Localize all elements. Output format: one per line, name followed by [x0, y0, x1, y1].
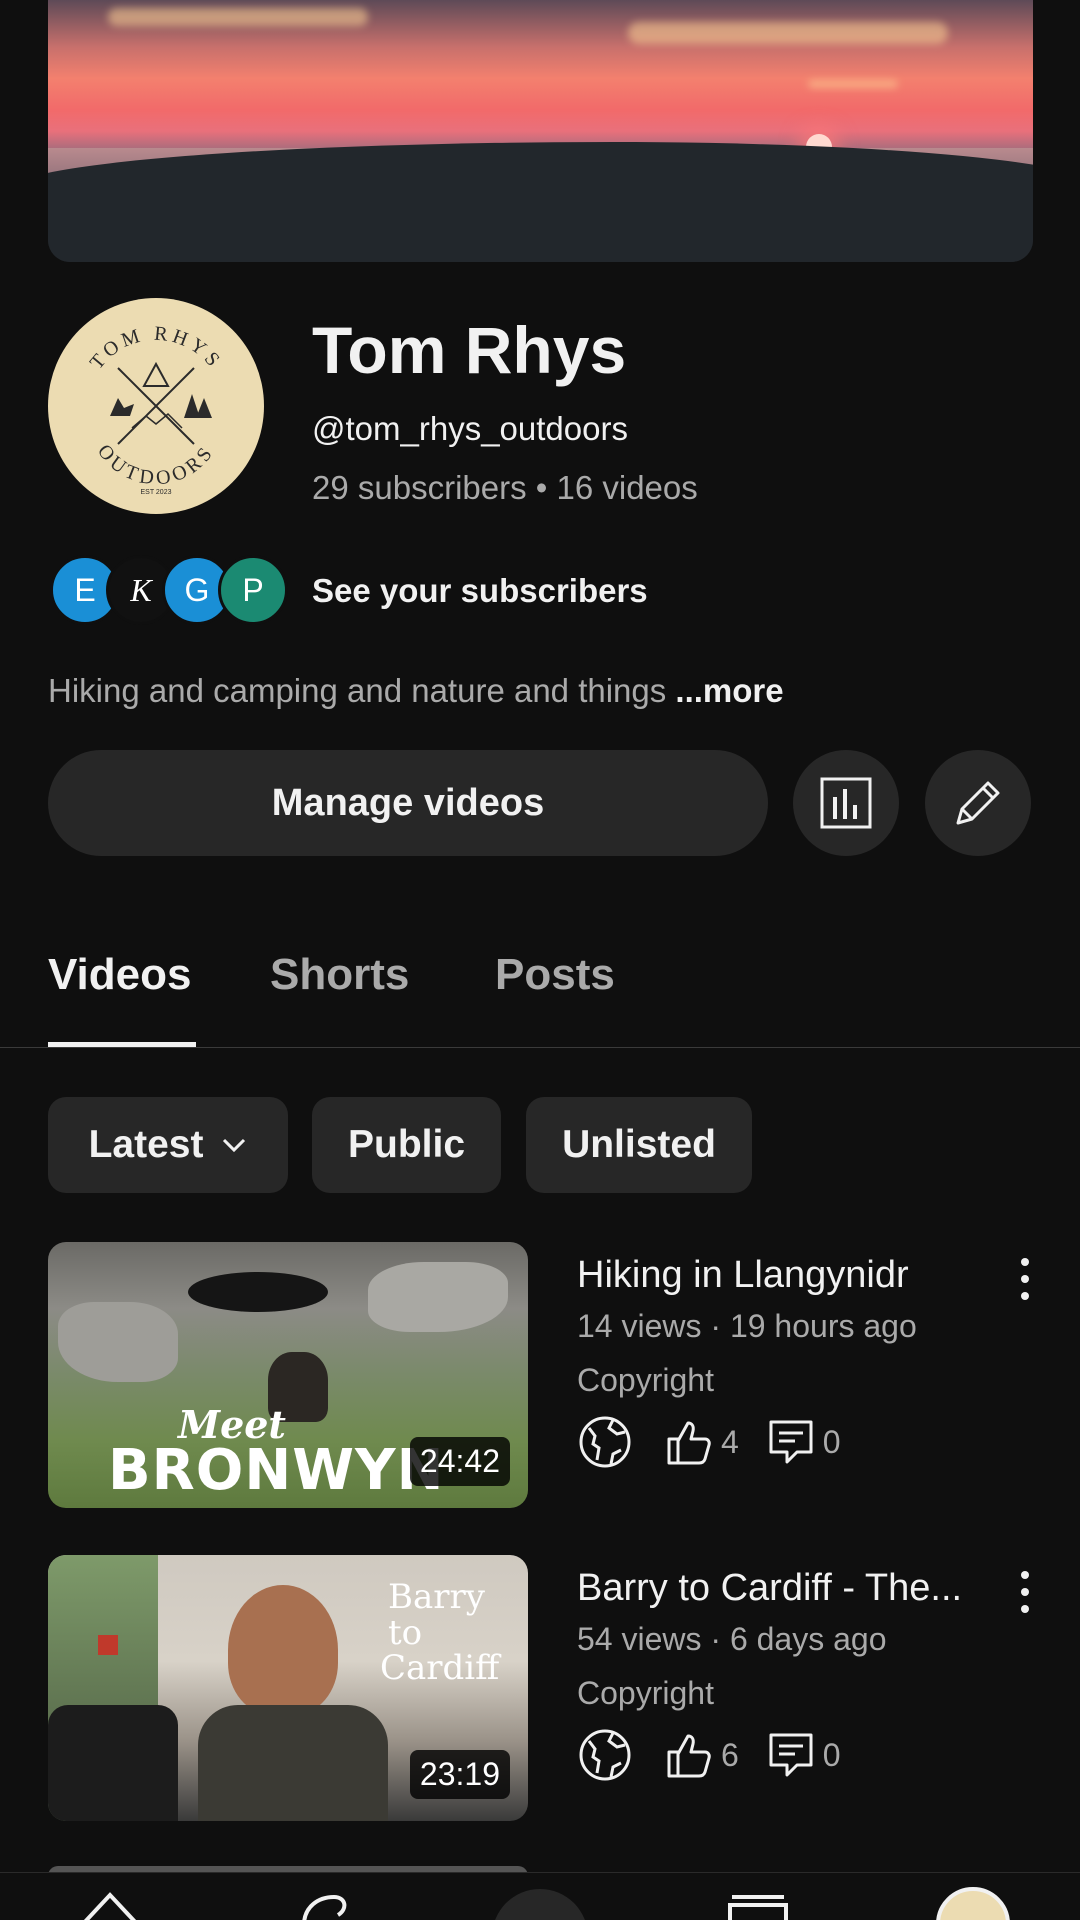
logo-est: EST 2023 — [140, 489, 171, 496]
thumbs-up-icon — [667, 1421, 711, 1465]
channel-avatar[interactable]: TOM RHYS OUTDOORS EST 2023 — [48, 298, 264, 514]
video-item[interactable]: Barry to Cardiff 23:19 Barry to Cardiff … — [48, 1555, 1048, 1821]
chevron-down-icon — [223, 1138, 246, 1153]
home-icon[interactable] — [78, 1887, 142, 1920]
analytics-icon — [820, 777, 872, 829]
tab-videos[interactable]: Videos — [48, 950, 191, 1000]
svg-text:OUTDOORS: OUTDOORS — [93, 440, 219, 489]
thumbs-up-icon — [667, 1734, 711, 1778]
subscriber-avatar-p: P — [218, 555, 288, 625]
globe-icon — [579, 1729, 631, 1781]
subscriptions-icon[interactable] — [726, 1891, 790, 1920]
channel-stats: 29 subscribers • 16 videos — [312, 469, 698, 506]
logo-text-bottom: OUTDOORS — [93, 440, 215, 489]
comment-count: 0 — [822, 1736, 841, 1773]
more-options-icon[interactable] — [1010, 1567, 1040, 1617]
thumb-text-bronwyn: BRONWYN — [108, 1438, 445, 1503]
thumb-text-cardiff: Cardiff — [380, 1648, 500, 1689]
like-count: 4 — [721, 1423, 739, 1460]
visibility-public — [577, 1727, 633, 1783]
video-duration: 24:42 — [409, 1437, 510, 1486]
video-copyright: Copyright — [577, 1362, 714, 1398]
more-options-icon[interactable] — [1010, 1254, 1040, 1304]
video-item[interactable]: Meet BRONWYN 24:42 Hiking in Llangynidr … — [48, 1242, 1048, 1508]
edit-channel-button[interactable] — [925, 750, 1031, 856]
video-title[interactable]: Barry to Cardiff - The... — [577, 1567, 1007, 1610]
globe-icon — [579, 1416, 631, 1468]
video-thumbnail[interactable]: Meet BRONWYN 24:42 — [48, 1242, 528, 1508]
video-thumbnail[interactable]: Barry to Cardiff 23:19 — [48, 1555, 528, 1821]
see-subscribers-link[interactable]: See your subscribers — [312, 572, 648, 610]
comments-stat: 0 — [767, 1418, 841, 1466]
active-tab-indicator — [48, 1042, 196, 1047]
sort-dropdown[interactable]: Latest — [48, 1097, 288, 1193]
subscriber-avatars[interactable]: E K G P — [50, 555, 290, 625]
you-tab-avatar[interactable] — [936, 1887, 1010, 1920]
unlisted-label: Unlisted — [562, 1123, 716, 1166]
analytics-button[interactable] — [793, 750, 899, 856]
comment-icon — [769, 1733, 813, 1777]
thumb-text-barry: Barry — [388, 1577, 485, 1617]
tab-posts[interactable]: Posts — [495, 950, 615, 1000]
video-meta: 14 views · 19 hours ago — [577, 1308, 917, 1344]
video-meta: 54 views · 6 days ago — [577, 1621, 887, 1657]
more-link[interactable]: ...more — [675, 672, 783, 709]
video-stats-row: 4 0 — [577, 1412, 841, 1472]
comment-count: 0 — [822, 1423, 841, 1460]
sort-label: Latest — [88, 1123, 204, 1166]
public-label: Public — [347, 1123, 466, 1166]
pencil-icon — [956, 781, 1000, 825]
comments-stat: 0 — [767, 1731, 841, 1779]
like-count: 6 — [721, 1736, 739, 1773]
thumb-text-to: to — [388, 1612, 423, 1653]
video-stats-row: 6 0 — [577, 1725, 841, 1785]
create-button[interactable] — [492, 1889, 588, 1920]
visibility-public — [577, 1414, 633, 1470]
likes-stat: 6 — [663, 1730, 739, 1780]
video-copyright: Copyright — [577, 1675, 714, 1711]
shorts-icon[interactable] — [294, 1887, 354, 1920]
likes-stat: 4 — [663, 1417, 739, 1467]
filter-public-chip[interactable]: Public — [312, 1097, 501, 1193]
channel-banner — [48, 0, 1033, 262]
bottom-navigation — [0, 1872, 1080, 1920]
channel-tabs: Videos Shorts Posts — [0, 940, 1080, 1048]
manage-videos-button[interactable]: Manage videos — [48, 750, 768, 856]
filter-unlisted-chip[interactable]: Unlisted — [526, 1097, 752, 1193]
channel-name: Tom Rhys — [312, 313, 627, 387]
channel-description[interactable]: Hiking and camping and nature and things… — [48, 672, 784, 710]
comment-icon — [769, 1420, 813, 1464]
description-text: Hiking and camping and nature and things — [48, 672, 676, 709]
video-title[interactable]: Hiking in Llangynidr — [577, 1254, 1007, 1297]
video-duration: 23:19 — [409, 1750, 510, 1799]
tab-shorts[interactable]: Shorts — [270, 950, 409, 1000]
channel-handle: @tom_rhys_outdoors — [312, 410, 628, 447]
